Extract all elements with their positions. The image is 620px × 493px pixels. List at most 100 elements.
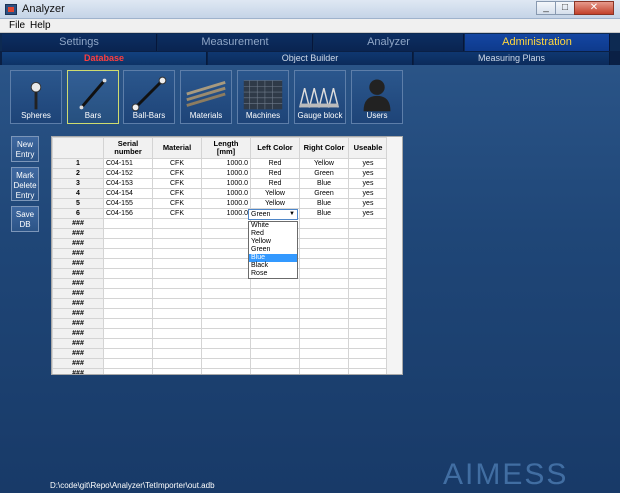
right-color-cell[interactable]: Green: [299, 188, 349, 199]
left-color-cell[interactable]: Yellow: [250, 188, 300, 199]
save-db-button[interactable]: Save DB: [11, 206, 39, 232]
empty-cell[interactable]: [250, 348, 300, 359]
empty-cell[interactable]: [348, 348, 388, 359]
useable-cell[interactable]: yes: [348, 158, 388, 169]
serial-cell[interactable]: C04-156: [103, 208, 153, 219]
left-color-cell[interactable]: Red: [250, 158, 300, 169]
empty-cell[interactable]: [152, 228, 202, 239]
empty-cell[interactable]: [152, 328, 202, 339]
empty-table-row[interactable]: ###: [52, 328, 388, 339]
empty-cell[interactable]: [103, 298, 153, 309]
dropdown-option[interactable]: Black: [249, 262, 297, 270]
right-color-cell[interactable]: Green: [299, 168, 349, 179]
empty-cell[interactable]: [152, 348, 202, 359]
empty-cell[interactable]: [103, 358, 153, 369]
empty-cell[interactable]: [348, 238, 388, 249]
empty-table-row[interactable]: ###: [52, 268, 388, 279]
empty-cell[interactable]: [299, 228, 349, 239]
empty-table-row[interactable]: ###: [52, 348, 388, 359]
empty-cell[interactable]: [299, 238, 349, 249]
empty-cell[interactable]: [103, 238, 153, 249]
empty-cell[interactable]: [348, 248, 388, 259]
empty-cell[interactable]: [299, 358, 349, 369]
column-header-length[interactable]: Length [mm]: [201, 137, 251, 159]
left-color-cell[interactable]: Yellow: [250, 198, 300, 209]
serial-cell[interactable]: C04-152: [103, 168, 153, 179]
column-header-right-color[interactable]: Right Color: [299, 137, 349, 159]
new-entry-button[interactable]: New Entry: [11, 136, 39, 162]
empty-cell[interactable]: [201, 358, 251, 369]
empty-cell[interactable]: [348, 368, 388, 374]
tool-spheres[interactable]: Spheres: [10, 70, 62, 124]
menu-help[interactable]: Help: [30, 20, 51, 31]
material-cell[interactable]: CFK: [152, 208, 202, 219]
empty-cell[interactable]: [201, 348, 251, 359]
empty-cell[interactable]: [201, 328, 251, 339]
empty-cell[interactable]: [152, 268, 202, 279]
empty-cell[interactable]: [348, 288, 388, 299]
empty-table-row[interactable]: ###: [52, 368, 388, 374]
right-color-cell[interactable]: Blue: [299, 198, 349, 209]
empty-cell[interactable]: [201, 298, 251, 309]
length-cell[interactable]: 1000.0: [201, 188, 251, 199]
empty-cell[interactable]: [103, 308, 153, 319]
empty-cell[interactable]: [299, 368, 349, 374]
empty-table-row[interactable]: ###: [52, 258, 388, 269]
useable-cell[interactable]: yes: [348, 208, 388, 219]
empty-cell[interactable]: [152, 278, 202, 289]
length-cell[interactable]: 1000.0: [201, 198, 251, 209]
column-header-useable[interactable]: Useable: [348, 137, 388, 159]
subtab-database[interactable]: Database: [2, 52, 207, 65]
subtab-object-builder[interactable]: Object Builder: [208, 52, 413, 65]
empty-cell[interactable]: [299, 348, 349, 359]
empty-cell[interactable]: [299, 298, 349, 309]
table-row[interactable]: 6 C04-156 CFK 1000.0 Blue yes: [52, 208, 388, 219]
length-cell[interactable]: 1000.0: [201, 158, 251, 169]
empty-cell[interactable]: [201, 218, 251, 229]
empty-cell[interactable]: [201, 238, 251, 249]
empty-cell[interactable]: [348, 268, 388, 279]
empty-cell[interactable]: [250, 298, 300, 309]
tool-machines[interactable]: Machines: [237, 70, 289, 124]
column-header-left-color[interactable]: Left Color: [250, 137, 300, 159]
serial-cell[interactable]: C04-154: [103, 188, 153, 199]
left-color-cell[interactable]: Red: [250, 178, 300, 189]
empty-table-row[interactable]: ###: [52, 318, 388, 329]
empty-table-row[interactable]: ###: [52, 278, 388, 289]
empty-cell[interactable]: [152, 288, 202, 299]
length-cell[interactable]: 1000.0: [201, 208, 251, 219]
empty-cell[interactable]: [201, 338, 251, 349]
material-cell[interactable]: CFK: [152, 198, 202, 209]
empty-cell[interactable]: [103, 288, 153, 299]
empty-cell[interactable]: [348, 338, 388, 349]
empty-cell[interactable]: [152, 248, 202, 259]
mark-delete-entry-button[interactable]: Mark Delete Entry: [11, 167, 39, 201]
tool-ball-bars[interactable]: Ball-Bars: [123, 70, 175, 124]
empty-cell[interactable]: [152, 358, 202, 369]
empty-cell[interactable]: [250, 328, 300, 339]
empty-cell[interactable]: [201, 368, 251, 374]
serial-cell[interactable]: C04-153: [103, 178, 153, 189]
right-color-cell[interactable]: Blue: [299, 208, 349, 219]
empty-cell[interactable]: [250, 288, 300, 299]
tool-bars[interactable]: Bars: [67, 70, 119, 124]
empty-cell[interactable]: [250, 278, 300, 289]
empty-cell[interactable]: [348, 258, 388, 269]
table-row[interactable]: 4 C04-154 CFK 1000.0 Yellow Green yes: [52, 188, 388, 199]
empty-table-row[interactable]: ###: [52, 298, 388, 309]
empty-cell[interactable]: [299, 318, 349, 329]
tab-analyzer[interactable]: Analyzer: [314, 34, 464, 51]
empty-cell[interactable]: [348, 318, 388, 329]
length-cell[interactable]: 1000.0: [201, 168, 251, 179]
empty-cell[interactable]: [201, 248, 251, 259]
empty-table-row[interactable]: ###: [52, 308, 388, 319]
empty-cell[interactable]: [299, 278, 349, 289]
empty-cell[interactable]: [103, 228, 153, 239]
empty-cell[interactable]: [250, 338, 300, 349]
useable-cell[interactable]: yes: [348, 198, 388, 209]
table-row[interactable]: 3 C04-153 CFK 1000.0 Red Blue yes: [52, 178, 388, 189]
material-cell[interactable]: CFK: [152, 178, 202, 189]
empty-table-row[interactable]: ###: [52, 228, 388, 239]
close-button[interactable]: ✕: [574, 1, 614, 15]
dropdown-option[interactable]: White: [249, 222, 297, 230]
